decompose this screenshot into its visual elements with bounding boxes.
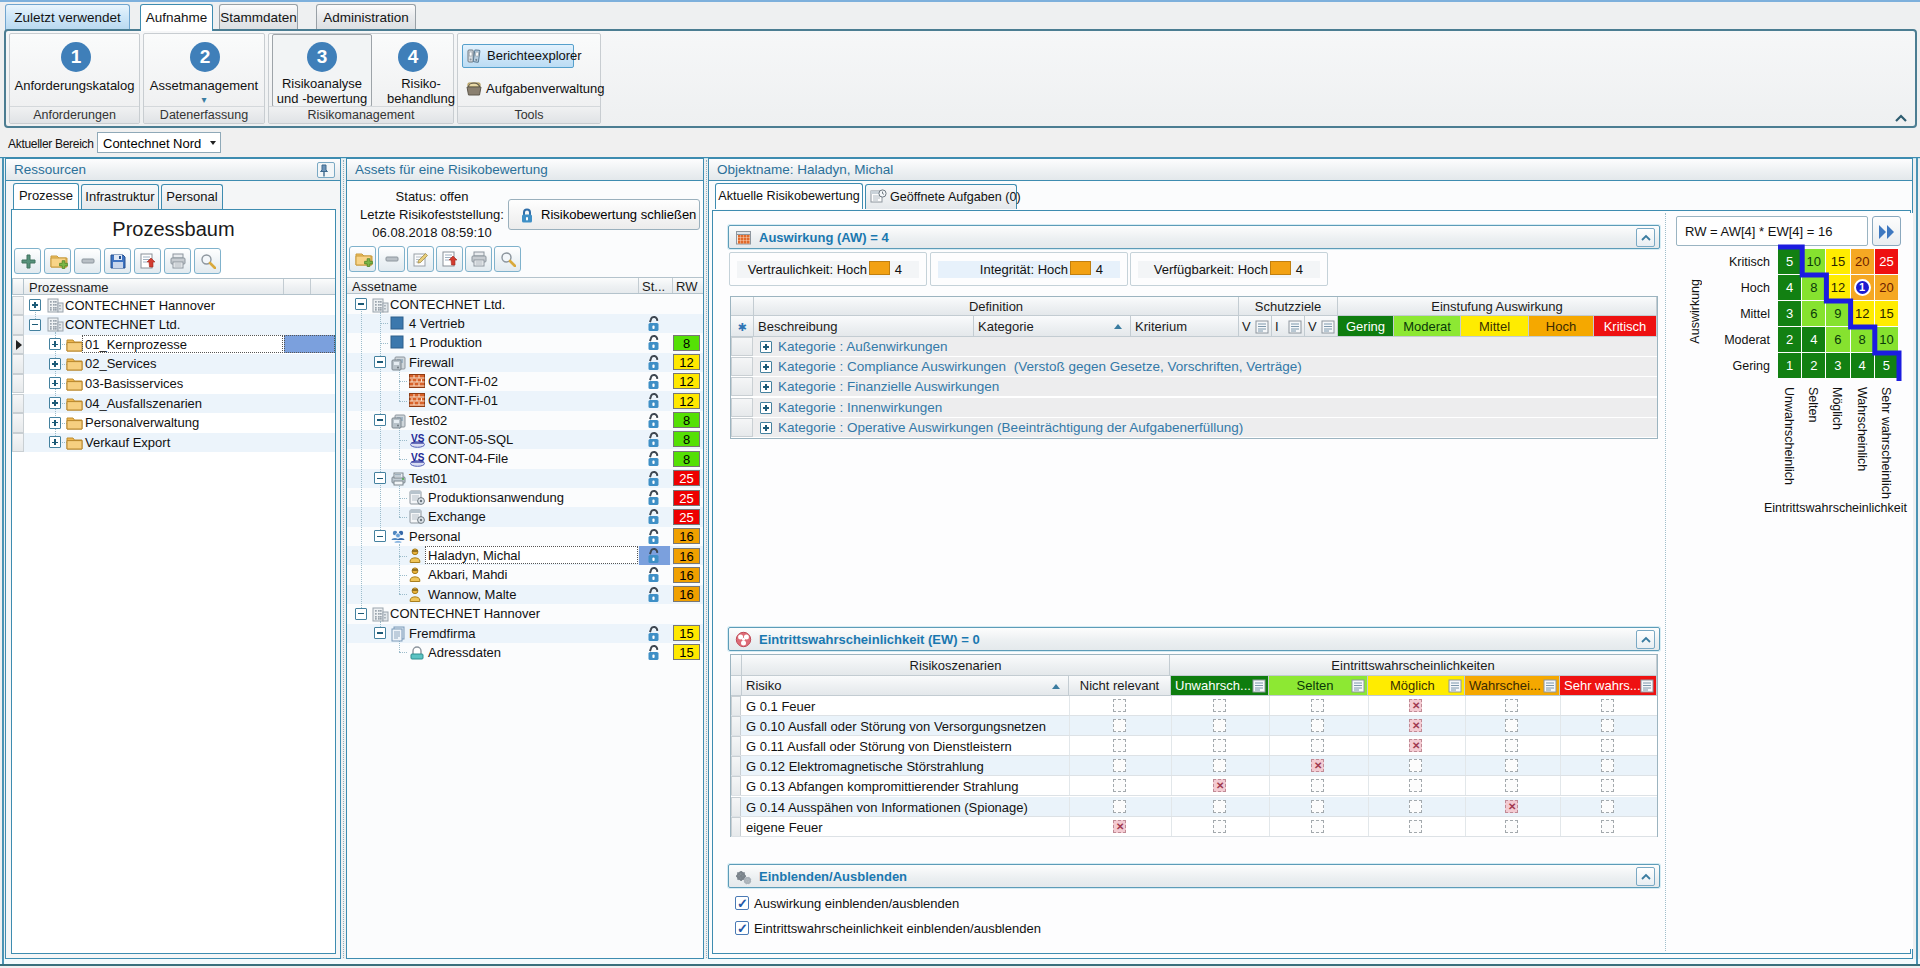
svg-text:VS: VS bbox=[411, 433, 425, 444]
svg-text:VS: VS bbox=[411, 452, 425, 463]
